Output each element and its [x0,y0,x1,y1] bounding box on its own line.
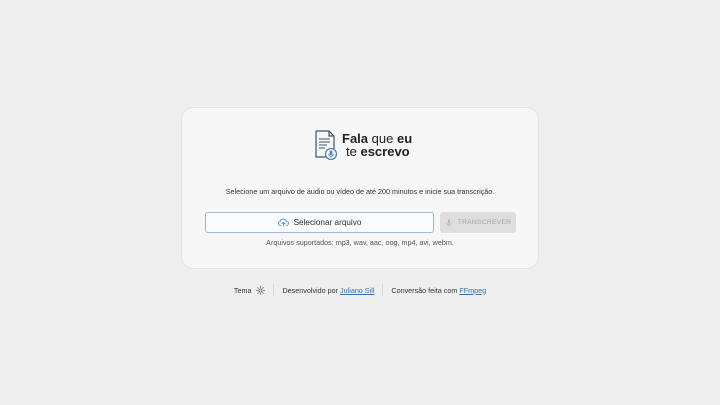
developed-by-text: Desenvolvido por [282,285,339,295]
mic-icon [445,219,453,226]
logo-word-escrevo: escrevo [360,144,410,159]
app-logo: Fala que eu te escrevo [314,130,412,160]
developer-link[interactable]: Juliano Sill [340,286,374,295]
conversion-credit: Conversão feita com FFmpeg [391,286,486,295]
transcribe-label: TRANSCREVER [457,219,512,226]
ffmpeg-link[interactable]: FFmpeg [459,286,486,295]
footer: Tema Desenvolvido por Juliano Sill Conve… [0,284,720,296]
footer-divider [273,284,275,296]
developer-credit: Desenvolvido por Juliano Sill [282,286,374,295]
upload-card: Fala que eu te escrevo Selecione um arqu… [181,107,539,269]
supported-formats-text: Arquivos suportados: mp3, wav, aac, oog,… [266,238,454,247]
theme-label: Tema [233,285,252,295]
footer-divider [382,284,384,296]
cloud-upload-icon [277,218,289,227]
sun-icon[interactable] [256,285,266,295]
logo-word-te: te [346,144,357,159]
transcribe-button[interactable]: TRANSCREVER [440,212,516,233]
select-file-button[interactable]: Selecionar arquivo [205,212,434,233]
select-file-label: Selecionar arquivo [293,218,362,227]
instructions-text: Selecione um arquivo de áudio ou vídeo d… [225,187,495,196]
conversion-text: Conversão feita com [391,285,458,295]
document-mic-icon [315,130,338,160]
theme-toggle[interactable]: Tema [234,286,266,295]
app-name: Fala que eu te escrevo [342,132,412,158]
